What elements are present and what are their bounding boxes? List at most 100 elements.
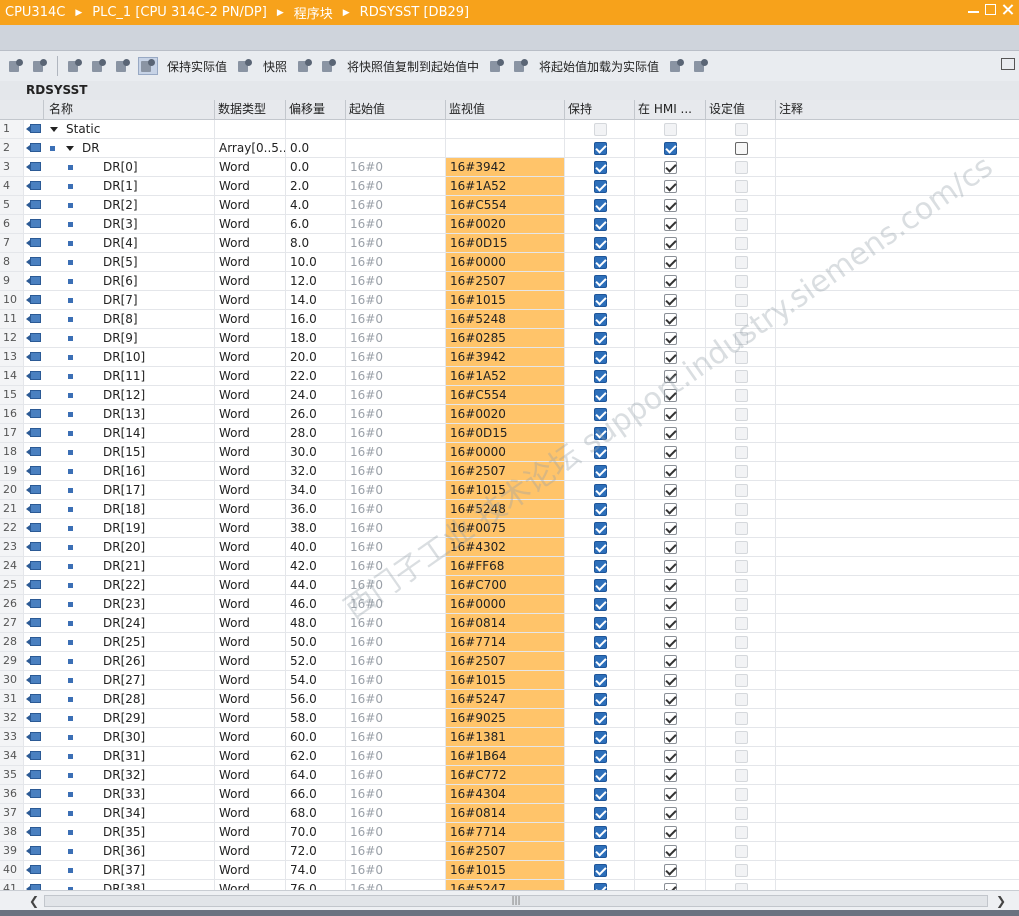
checkbox[interactable] <box>594 218 607 231</box>
checkbox[interactable] <box>664 598 677 611</box>
cell-name[interactable]: DR[31] <box>44 747 215 765</box>
checkbox[interactable] <box>664 731 677 744</box>
expand-all-icon[interactable] <box>66 58 84 74</box>
breadcrumb-item[interactable]: RDSYSST [DB29] <box>360 5 469 20</box>
cell-name[interactable]: DR[16] <box>44 462 215 480</box>
table-row[interactable]: 36 DR[33] Word 66.0 16#0 16#4304 <box>0 785 1019 804</box>
cell-name[interactable]: DR[5] <box>44 253 215 271</box>
checkbox[interactable] <box>735 427 748 440</box>
cell-name[interactable]: DR[4] <box>44 234 215 252</box>
table-row[interactable]: 16 DR[13] Word 26.0 16#0 16#0020 <box>0 405 1019 424</box>
checkbox[interactable] <box>594 674 607 687</box>
checkbox[interactable] <box>594 560 607 573</box>
checkbox[interactable] <box>735 161 748 174</box>
header-type[interactable]: 数据类型 <box>215 100 286 119</box>
table-row[interactable]: 40 DR[37] Word 74.0 16#0 16#1015 <box>0 861 1019 880</box>
table-row[interactable]: 37 DR[34] Word 68.0 16#0 16#0814 <box>0 804 1019 823</box>
header-monitor[interactable]: 监视值 <box>446 100 565 119</box>
checkbox[interactable] <box>664 769 677 782</box>
table-row[interactable]: 15 DR[12] Word 24.0 16#0 16#C554 <box>0 386 1019 405</box>
checkbox[interactable] <box>664 161 677 174</box>
checkbox[interactable] <box>735 560 748 573</box>
checkbox[interactable] <box>735 636 748 649</box>
table-row[interactable]: 1 Static <box>0 120 1019 139</box>
checkbox[interactable] <box>735 408 748 421</box>
checkbox[interactable] <box>735 465 748 478</box>
table-row[interactable]: 31 DR[28] Word 56.0 16#0 16#5247 <box>0 690 1019 709</box>
snapshot-button[interactable]: 快照 <box>263 58 287 75</box>
table-row[interactable]: 34 DR[31] Word 62.0 16#0 16#1B64 <box>0 747 1019 766</box>
checkbox[interactable] <box>594 237 607 250</box>
checkbox[interactable] <box>594 256 607 269</box>
checkbox[interactable] <box>735 294 748 307</box>
checkbox[interactable] <box>594 199 607 212</box>
checkbox[interactable] <box>664 484 677 497</box>
close-icon[interactable] <box>1002 4 1013 15</box>
checkbox[interactable] <box>594 180 607 193</box>
checkbox[interactable] <box>735 750 748 763</box>
checkbox[interactable] <box>594 845 607 858</box>
table-row[interactable]: 4 DR[1] Word 2.0 16#0 16#1A52 <box>0 177 1019 196</box>
table-row[interactable]: 10 DR[7] Word 14.0 16#0 16#1015 <box>0 291 1019 310</box>
checkbox[interactable] <box>735 484 748 497</box>
checkbox[interactable] <box>664 142 677 155</box>
checkbox[interactable] <box>664 636 677 649</box>
checkbox[interactable] <box>735 579 748 592</box>
checkbox[interactable] <box>735 142 748 155</box>
checkbox[interactable] <box>594 389 607 402</box>
expand-icon[interactable] <box>66 146 74 151</box>
table-row[interactable]: 35 DR[32] Word 64.0 16#0 16#C772 <box>0 766 1019 785</box>
snapshot-gray-icon[interactable] <box>320 58 338 74</box>
cell-name[interactable]: DR[21] <box>44 557 215 575</box>
checkbox[interactable] <box>594 883 607 890</box>
table-row[interactable]: 23 DR[20] Word 40.0 16#0 16#4302 <box>0 538 1019 557</box>
checkbox[interactable] <box>594 123 607 136</box>
checkbox[interactable] <box>594 541 607 554</box>
checkbox[interactable] <box>664 180 677 193</box>
table-row[interactable]: 25 DR[22] Word 44.0 16#0 16#C700 <box>0 576 1019 595</box>
checkbox[interactable] <box>594 484 607 497</box>
cell-name[interactable]: DR[18] <box>44 500 215 518</box>
checkbox[interactable] <box>664 313 677 326</box>
cell-name[interactable]: DR[34] <box>44 804 215 822</box>
cell-name[interactable]: DR[22] <box>44 576 215 594</box>
table-row[interactable]: 20 DR[17] Word 34.0 16#0 16#1015 <box>0 481 1019 500</box>
header-name[interactable]: 名称 <box>44 100 215 119</box>
cell-name[interactable]: DR[6] <box>44 272 215 290</box>
checkbox[interactable] <box>664 560 677 573</box>
checkbox[interactable] <box>594 655 607 668</box>
breadcrumb-item[interactable]: PLC_1 [CPU 314C-2 PN/DP] <box>92 5 267 20</box>
table-row[interactable]: 7 DR[4] Word 8.0 16#0 16#0D15 <box>0 234 1019 253</box>
load-start-button[interactable]: 将起始值加载为实际值 <box>539 58 659 75</box>
checkbox[interactable] <box>735 864 748 877</box>
checkbox[interactable] <box>735 541 748 554</box>
breadcrumb-item[interactable]: CPU314C <box>5 5 65 20</box>
cell-name[interactable]: DR[10] <box>44 348 215 366</box>
checkbox[interactable] <box>664 826 677 839</box>
checkbox[interactable] <box>735 275 748 288</box>
checkbox[interactable] <box>664 503 677 516</box>
cell-name[interactable]: DR[13] <box>44 405 215 423</box>
cell-name[interactable]: DR[23] <box>44 595 215 613</box>
list-icon[interactable] <box>114 58 132 74</box>
table-row[interactable]: 27 DR[24] Word 48.0 16#0 16#0814 <box>0 614 1019 633</box>
table-row[interactable]: 2 DR Array[0..5... 0.0 <box>0 139 1019 158</box>
checkbox[interactable] <box>664 389 677 402</box>
table-row[interactable]: 12 DR[9] Word 18.0 16#0 16#0285 <box>0 329 1019 348</box>
checkbox[interactable] <box>735 769 748 782</box>
checkbox[interactable] <box>735 807 748 820</box>
checkbox[interactable] <box>594 712 607 725</box>
checkbox[interactable] <box>664 674 677 687</box>
cell-name[interactable]: DR[11] <box>44 367 215 385</box>
checkbox[interactable] <box>594 750 607 763</box>
checkbox[interactable] <box>594 769 607 782</box>
cell-name[interactable]: DR[30] <box>44 728 215 746</box>
checkbox[interactable] <box>594 294 607 307</box>
checkbox[interactable] <box>664 807 677 820</box>
table-row[interactable]: 22 DR[19] Word 38.0 16#0 16#0075 <box>0 519 1019 538</box>
checkbox[interactable] <box>664 750 677 763</box>
checkbox[interactable] <box>664 522 677 535</box>
cell-name[interactable]: DR[27] <box>44 671 215 689</box>
checkbox[interactable] <box>664 237 677 250</box>
insert-row-icon[interactable] <box>7 58 25 74</box>
